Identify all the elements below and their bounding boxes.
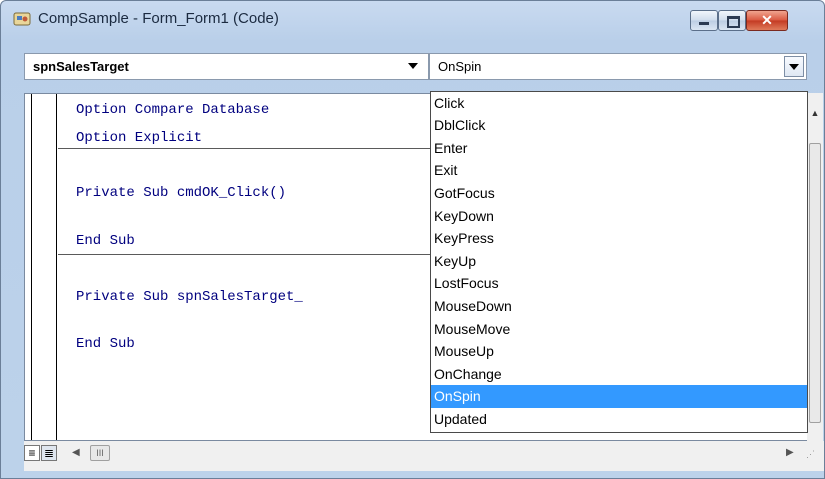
dropdown-item[interactable]: LostFocus — [431, 272, 807, 295]
maximize-button[interactable] — [718, 10, 746, 31]
minimize-icon — [699, 22, 709, 25]
dropdown-item[interactable]: Updated — [431, 408, 807, 431]
window-title: CompSample - Form_Form1 (Code) — [38, 10, 279, 27]
scroll-up-arrow-icon[interactable]: ▲ — [807, 93, 823, 118]
title-bar[interactable]: CompSample - Form_Form1 (Code) ✕ — [1, 1, 824, 39]
dropdown-item[interactable]: Enter — [431, 137, 807, 160]
app-icon — [13, 12, 31, 26]
dropdown-item[interactable]: DblClick — [431, 114, 807, 137]
dropdown-item[interactable]: Click — [431, 92, 807, 115]
dropdown-item[interactable]: MouseDown — [431, 295, 807, 318]
code-line[interactable]: Private Sub cmdOK_Click() — [76, 185, 286, 201]
chevron-down-icon — [789, 64, 799, 70]
procedure-dropdown-list[interactable]: Click DblClick Enter Exit GotFocus KeyDo… — [430, 91, 808, 433]
procedure-dropdown-button[interactable] — [784, 56, 804, 77]
code-window: CompSample - Form_Form1 (Code) ✕ spnSale… — [0, 0, 825, 479]
minimize-button[interactable] — [690, 10, 718, 31]
dropdown-item[interactable]: Exit — [431, 159, 807, 182]
full-module-view-button[interactable]: ≣ — [41, 445, 57, 461]
chevron-down-icon[interactable] — [408, 63, 418, 69]
procedure-view-button[interactable]: ≡ — [24, 445, 40, 461]
dropdown-item[interactable]: KeyDown — [431, 205, 807, 228]
dropdown-item[interactable]: MouseUp — [431, 340, 807, 363]
dropdown-item[interactable]: KeyUp — [431, 250, 807, 273]
object-combo-value: spnSalesTarget — [33, 59, 129, 74]
full-module-view-icon: ≣ — [43, 446, 55, 460]
procedure-combo-value: OnSpin — [438, 59, 482, 74]
code-line[interactable]: Private Sub spnSalesTarget_ — [76, 289, 303, 305]
vertical-scroll-thumb[interactable] — [809, 143, 821, 423]
procedure-view-icon: ≡ — [28, 446, 36, 460]
dropdown-item[interactable]: OnChange — [431, 363, 807, 386]
dropdown-item[interactable]: MouseMove — [431, 318, 807, 341]
close-button[interactable]: ✕ — [746, 10, 788, 31]
dropdown-item-selected[interactable]: OnSpin — [431, 385, 807, 408]
code-line[interactable]: Option Compare Database — [76, 102, 269, 118]
dropdown-item[interactable]: KeyPress — [431, 227, 807, 250]
scroll-right-arrow-icon[interactable]: ▶ — [786, 447, 794, 458]
procedure-combo[interactable]: OnSpin — [429, 53, 807, 80]
vertical-scrollbar[interactable]: ▲ — [807, 93, 823, 441]
code-line[interactable]: End Sub — [76, 233, 135, 249]
code-line[interactable]: Option Explicit — [76, 130, 202, 146]
maximize-icon — [727, 16, 740, 28]
bottom-bar: ≡ ≣ ◀ III ▶ ⋰ — [24, 441, 824, 471]
scroll-left-arrow-icon[interactable]: ◀ — [72, 447, 80, 458]
margin-indicator-bar — [25, 94, 57, 440]
code-line[interactable]: End Sub — [76, 336, 135, 352]
object-combo[interactable]: spnSalesTarget — [24, 53, 429, 80]
dropdown-item[interactable]: GotFocus — [431, 182, 807, 205]
close-icon: ✕ — [761, 12, 773, 28]
size-grip-icon[interactable]: ⋰ — [806, 449, 815, 460]
horizontal-scroll-thumb[interactable]: III — [90, 445, 110, 461]
